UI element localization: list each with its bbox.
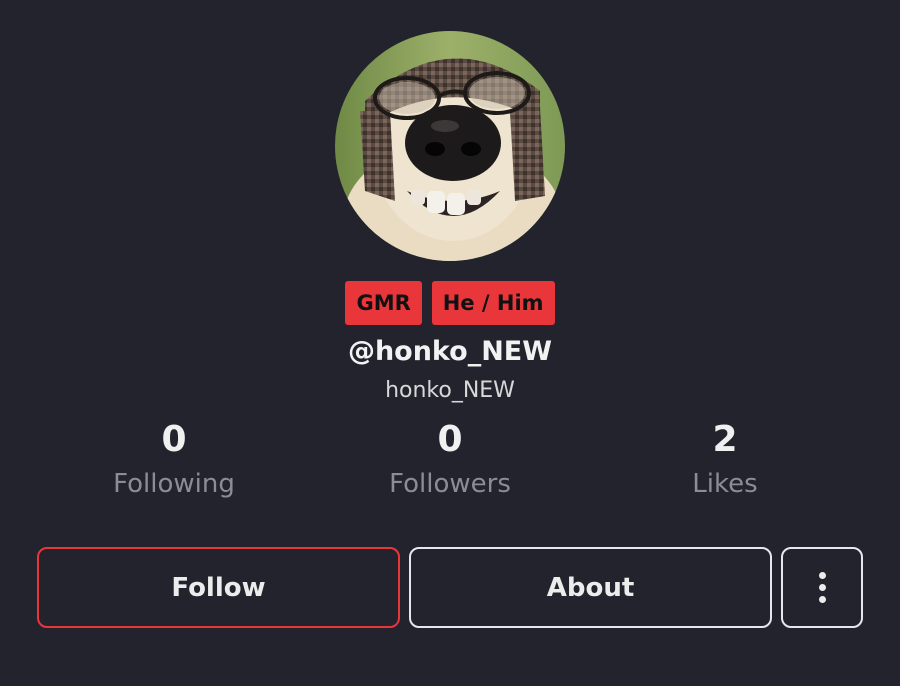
following-label: Following [113,469,235,499]
profile-page: GMR He / Him @honko_NEW honko_NEW 0 Foll… [0,0,900,686]
more-options-button[interactable] [781,547,863,628]
more-vertical-icon [818,572,826,603]
badge-row: GMR He / Him [0,281,900,325]
likes-label: Likes [692,469,758,499]
stat-followers[interactable]: 0 Followers [340,418,560,506]
stat-following[interactable]: 0 Following [64,418,284,506]
pronoun-badge: He / Him [431,281,555,325]
likes-count: 2 [712,419,738,460]
about-button[interactable]: About [409,547,772,628]
followers-count: 0 [437,419,463,460]
profile-handle: @honko_NEW [347,336,553,367]
follow-button[interactable]: Follow [37,547,400,628]
followers-label: Followers [389,469,511,499]
profile-nickname: honko_NEW [385,378,515,403]
following-count: 0 [161,419,187,460]
status-badge: GMR [345,281,422,325]
stat-likes: 2 Likes [615,418,835,506]
avatar[interactable] [335,31,565,261]
